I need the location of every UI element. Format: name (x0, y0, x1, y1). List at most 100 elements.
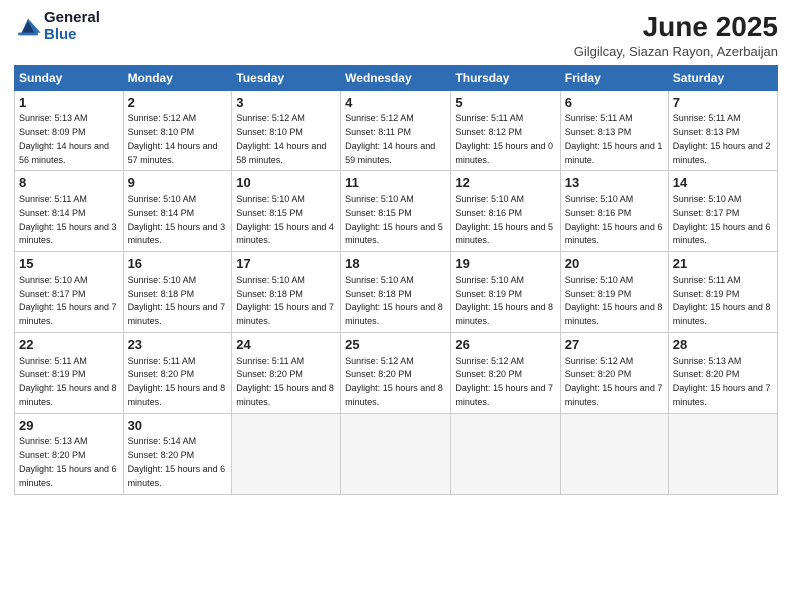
table-row: 10 Sunrise: 5:10 AMSunset: 8:15 PMDaylig… (232, 171, 341, 252)
day-number: 16 (128, 255, 228, 273)
day-info: Sunrise: 5:12 AMSunset: 8:10 PMDaylight:… (236, 113, 326, 164)
day-number: 26 (455, 336, 555, 354)
table-row: 26 Sunrise: 5:12 AMSunset: 8:20 PMDaylig… (451, 332, 560, 413)
table-row: 30 Sunrise: 5:14 AMSunset: 8:20 PMDaylig… (123, 413, 232, 494)
day-number: 15 (19, 255, 119, 273)
table-row: 15 Sunrise: 5:10 AMSunset: 8:17 PMDaylig… (15, 252, 124, 333)
day-info: Sunrise: 5:13 AMSunset: 8:20 PMDaylight:… (673, 356, 771, 407)
day-number: 5 (455, 94, 555, 112)
day-number: 23 (128, 336, 228, 354)
table-row (232, 413, 341, 494)
calendar-week-row: 22 Sunrise: 5:11 AMSunset: 8:19 PMDaylig… (15, 332, 778, 413)
header: General Blue June 2025 Gilgilcay, Siazan… (14, 10, 778, 59)
calendar-week-row: 1 Sunrise: 5:13 AMSunset: 8:09 PMDayligh… (15, 90, 778, 171)
table-row: 6 Sunrise: 5:11 AMSunset: 8:13 PMDayligh… (560, 90, 668, 171)
day-info: Sunrise: 5:12 AMSunset: 8:11 PMDaylight:… (345, 113, 435, 164)
header-tuesday: Tuesday (232, 65, 341, 90)
logo-general: General (44, 10, 100, 27)
header-friday: Friday (560, 65, 668, 90)
logo: General Blue (14, 10, 100, 43)
day-info: Sunrise: 5:14 AMSunset: 8:20 PMDaylight:… (128, 436, 226, 487)
day-info: Sunrise: 5:10 AMSunset: 8:18 PMDaylight:… (236, 275, 334, 326)
title-block: June 2025 Gilgilcay, Siazan Rayon, Azerb… (574, 10, 778, 59)
table-row: 21 Sunrise: 5:11 AMSunset: 8:19 PMDaylig… (668, 252, 777, 333)
table-row: 29 Sunrise: 5:13 AMSunset: 8:20 PMDaylig… (15, 413, 124, 494)
table-row (451, 413, 560, 494)
header-saturday: Saturday (668, 65, 777, 90)
table-row: 25 Sunrise: 5:12 AMSunset: 8:20 PMDaylig… (341, 332, 451, 413)
day-info: Sunrise: 5:11 AMSunset: 8:13 PMDaylight:… (565, 113, 663, 164)
calendar-week-row: 29 Sunrise: 5:13 AMSunset: 8:20 PMDaylig… (15, 413, 778, 494)
day-number: 10 (236, 174, 336, 192)
calendar-week-row: 8 Sunrise: 5:11 AMSunset: 8:14 PMDayligh… (15, 171, 778, 252)
day-info: Sunrise: 5:10 AMSunset: 8:14 PMDaylight:… (128, 194, 226, 245)
day-info: Sunrise: 5:11 AMSunset: 8:13 PMDaylight:… (673, 113, 771, 164)
day-number: 11 (345, 174, 446, 192)
header-wednesday: Wednesday (341, 65, 451, 90)
logo-blue: Blue (44, 27, 100, 44)
day-info: Sunrise: 5:11 AMSunset: 8:14 PMDaylight:… (19, 194, 117, 245)
day-info: Sunrise: 5:10 AMSunset: 8:18 PMDaylight:… (128, 275, 226, 326)
day-info: Sunrise: 5:10 AMSunset: 8:15 PMDaylight:… (345, 194, 443, 245)
day-number: 21 (673, 255, 773, 273)
logo-icon (14, 13, 42, 41)
table-row (560, 413, 668, 494)
day-info: Sunrise: 5:10 AMSunset: 8:17 PMDaylight:… (673, 194, 771, 245)
day-number: 9 (128, 174, 228, 192)
table-row: 24 Sunrise: 5:11 AMSunset: 8:20 PMDaylig… (232, 332, 341, 413)
table-row (668, 413, 777, 494)
table-row: 11 Sunrise: 5:10 AMSunset: 8:15 PMDaylig… (341, 171, 451, 252)
table-row: 27 Sunrise: 5:12 AMSunset: 8:20 PMDaylig… (560, 332, 668, 413)
day-number: 2 (128, 94, 228, 112)
day-info: Sunrise: 5:10 AMSunset: 8:19 PMDaylight:… (455, 275, 553, 326)
day-number: 1 (19, 94, 119, 112)
page: General Blue June 2025 Gilgilcay, Siazan… (0, 0, 792, 612)
logo-text: General Blue (44, 10, 100, 43)
day-info: Sunrise: 5:11 AMSunset: 8:19 PMDaylight:… (19, 356, 117, 407)
header-thursday: Thursday (451, 65, 560, 90)
day-number: 27 (565, 336, 664, 354)
day-info: Sunrise: 5:10 AMSunset: 8:15 PMDaylight:… (236, 194, 334, 245)
day-number: 18 (345, 255, 446, 273)
day-number: 14 (673, 174, 773, 192)
header-monday: Monday (123, 65, 232, 90)
day-number: 3 (236, 94, 336, 112)
day-number: 6 (565, 94, 664, 112)
table-row: 18 Sunrise: 5:10 AMSunset: 8:18 PMDaylig… (341, 252, 451, 333)
day-info: Sunrise: 5:10 AMSunset: 8:19 PMDaylight:… (565, 275, 663, 326)
table-row: 13 Sunrise: 5:10 AMSunset: 8:16 PMDaylig… (560, 171, 668, 252)
day-number: 25 (345, 336, 446, 354)
subtitle: Gilgilcay, Siazan Rayon, Azerbaijan (574, 44, 778, 59)
day-number: 19 (455, 255, 555, 273)
table-row: 14 Sunrise: 5:10 AMSunset: 8:17 PMDaylig… (668, 171, 777, 252)
day-number: 29 (19, 417, 119, 435)
day-info: Sunrise: 5:12 AMSunset: 8:10 PMDaylight:… (128, 113, 218, 164)
day-info: Sunrise: 5:10 AMSunset: 8:18 PMDaylight:… (345, 275, 443, 326)
day-number: 22 (19, 336, 119, 354)
table-row: 4 Sunrise: 5:12 AMSunset: 8:11 PMDayligh… (341, 90, 451, 171)
day-number: 8 (19, 174, 119, 192)
table-row: 22 Sunrise: 5:11 AMSunset: 8:19 PMDaylig… (15, 332, 124, 413)
calendar-week-row: 15 Sunrise: 5:10 AMSunset: 8:17 PMDaylig… (15, 252, 778, 333)
day-number: 12 (455, 174, 555, 192)
table-row: 7 Sunrise: 5:11 AMSunset: 8:13 PMDayligh… (668, 90, 777, 171)
table-row: 12 Sunrise: 5:10 AMSunset: 8:16 PMDaylig… (451, 171, 560, 252)
day-info: Sunrise: 5:10 AMSunset: 8:16 PMDaylight:… (455, 194, 553, 245)
day-number: 7 (673, 94, 773, 112)
table-row: 16 Sunrise: 5:10 AMSunset: 8:18 PMDaylig… (123, 252, 232, 333)
table-row: 17 Sunrise: 5:10 AMSunset: 8:18 PMDaylig… (232, 252, 341, 333)
day-number: 4 (345, 94, 446, 112)
day-info: Sunrise: 5:13 AMSunset: 8:09 PMDaylight:… (19, 113, 109, 164)
table-row: 23 Sunrise: 5:11 AMSunset: 8:20 PMDaylig… (123, 332, 232, 413)
table-row: 1 Sunrise: 5:13 AMSunset: 8:09 PMDayligh… (15, 90, 124, 171)
main-title: June 2025 (574, 10, 778, 44)
table-row: 20 Sunrise: 5:10 AMSunset: 8:19 PMDaylig… (560, 252, 668, 333)
table-row: 19 Sunrise: 5:10 AMSunset: 8:19 PMDaylig… (451, 252, 560, 333)
header-sunday: Sunday (15, 65, 124, 90)
day-number: 28 (673, 336, 773, 354)
day-info: Sunrise: 5:11 AMSunset: 8:19 PMDaylight:… (673, 275, 771, 326)
day-number: 24 (236, 336, 336, 354)
day-info: Sunrise: 5:12 AMSunset: 8:20 PMDaylight:… (565, 356, 663, 407)
day-number: 17 (236, 255, 336, 273)
day-info: Sunrise: 5:12 AMSunset: 8:20 PMDaylight:… (455, 356, 553, 407)
